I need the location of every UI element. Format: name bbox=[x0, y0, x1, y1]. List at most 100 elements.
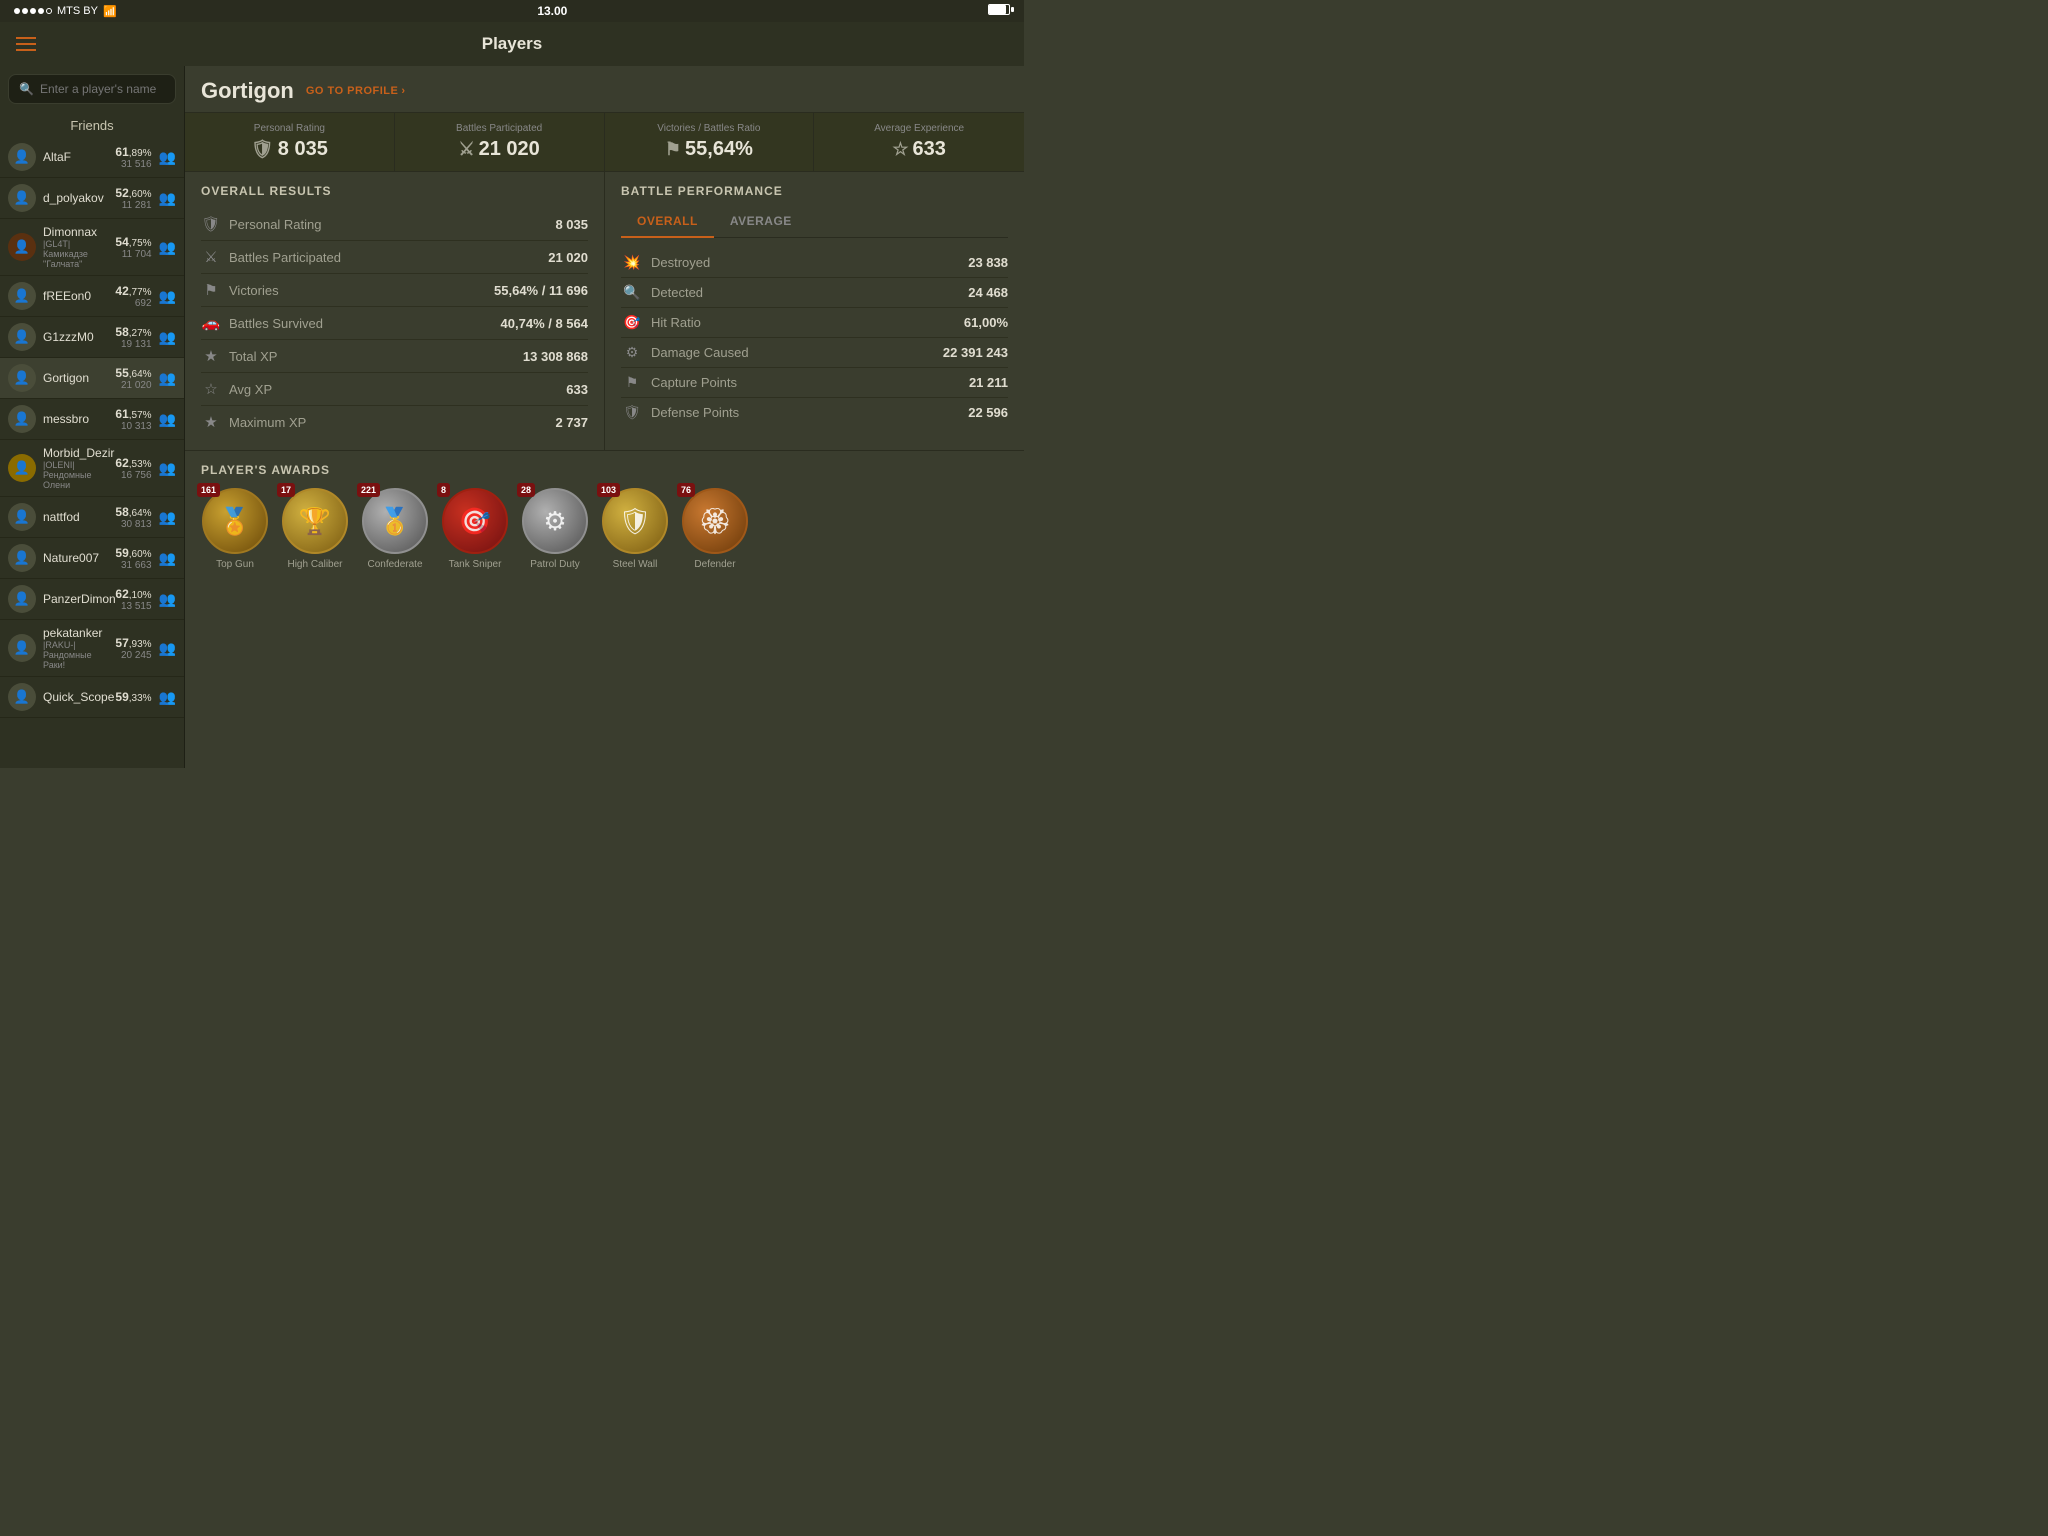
award-name: Defender bbox=[694, 559, 735, 570]
friend-pct: 59,60% bbox=[115, 546, 151, 560]
tab-average[interactable]: AVERAGE bbox=[714, 208, 808, 237]
friend-add-icon[interactable]: 👥 bbox=[159, 640, 176, 657]
friend-item[interactable]: 👤 AltaF 61,89% 31 516 👥 bbox=[0, 137, 184, 178]
friend-item[interactable]: 👤 Gortigon 55,64% 21 020 👥 bbox=[0, 358, 184, 399]
overall-panel: OVERALL RESULTS 🛡 Personal Rating 8 035 … bbox=[185, 172, 605, 450]
award-item[interactable]: 221 🥇 Confederate bbox=[361, 487, 429, 570]
perf-row-label: Detected bbox=[651, 285, 960, 300]
friend-info: G1zzzM0 bbox=[43, 330, 108, 344]
friend-avatar: 👤 bbox=[8, 233, 36, 261]
friend-pct: 42,77% bbox=[115, 284, 151, 298]
award-item[interactable]: 103 🛡 Steel Wall bbox=[601, 487, 669, 570]
friend-battles: 11 704 bbox=[115, 249, 151, 260]
friend-item[interactable]: 👤 fREEon0 42,77% 692 👥 bbox=[0, 276, 184, 317]
friend-add-icon[interactable]: 👥 bbox=[159, 689, 176, 706]
person-icon: 👤 bbox=[14, 591, 30, 607]
person-icon: 👤 bbox=[14, 239, 30, 255]
medal-outer: ⚙ bbox=[522, 488, 588, 554]
friend-item[interactable]: 👤 d_polyakov 52,60% 11 281 👥 bbox=[0, 178, 184, 219]
medal-outer: 🛡 bbox=[602, 488, 668, 554]
friend-pct: 58,64% bbox=[115, 505, 151, 519]
dot2 bbox=[22, 8, 28, 14]
battery-indicator bbox=[988, 4, 1010, 18]
friend-item[interactable]: 👤 G1zzzM0 58,27% 19 131 👥 bbox=[0, 317, 184, 358]
overall-row-icon: ★ bbox=[201, 413, 221, 431]
overall-row-icon: 🛡 bbox=[201, 215, 221, 233]
friend-stats: 61,57% 10 313 bbox=[115, 407, 151, 432]
tab-overall[interactable]: OVERALL bbox=[621, 208, 714, 238]
player-name: Gortigon bbox=[201, 78, 294, 104]
perf-row: 🎯 Hit Ratio 61,00% bbox=[621, 308, 1008, 338]
friend-add-icon[interactable]: 👥 bbox=[159, 591, 176, 608]
medal-icon: 🛡 bbox=[618, 506, 651, 537]
friend-stats: 57,93% 20 245 bbox=[115, 636, 151, 661]
friend-battles: 16 756 bbox=[115, 470, 151, 481]
award-name: Top Gun bbox=[216, 559, 254, 570]
friend-item[interactable]: 👤 Morbid_Dezir |OLENI| Рендомные Олени 6… bbox=[0, 440, 184, 497]
friend-item[interactable]: 👤 pekatanker |RAKU-| Рандомные Раки! 57,… bbox=[0, 620, 184, 677]
medal-outer: 🏵 bbox=[682, 488, 748, 554]
friend-pct-small: ,77% bbox=[129, 287, 152, 298]
stats-row: Personal Rating 🛡 8 035 Battles Particip… bbox=[185, 113, 1024, 172]
bottom-panels: OVERALL RESULTS 🛡 Personal Rating 8 035 … bbox=[185, 172, 1024, 450]
friend-pct: 62,53% bbox=[115, 456, 151, 470]
friend-clan: |RAKU-| Рандомные Раки! bbox=[43, 640, 108, 670]
overall-stat-row: ☆ Avg XP 633 bbox=[201, 373, 588, 406]
friend-item[interactable]: 👤 Dimonnax |GL4T| Камикадзе "Галчата" 54… bbox=[0, 219, 184, 276]
friend-add-icon[interactable]: 👥 bbox=[159, 370, 176, 387]
friend-add-icon[interactable]: 👥 bbox=[159, 149, 176, 166]
personal-rating-label: Personal Rating bbox=[197, 123, 382, 134]
friend-item[interactable]: 👤 Nature007 59,60% 31 663 👥 bbox=[0, 538, 184, 579]
overall-row-label: Battles Survived bbox=[229, 316, 493, 331]
friend-pct: 57,93% bbox=[115, 636, 151, 650]
person-icon: 👤 bbox=[14, 411, 30, 427]
friend-add-icon[interactable]: 👥 bbox=[159, 190, 176, 207]
award-item[interactable]: 17 🏆 High Caliber bbox=[281, 487, 349, 570]
perf-row: 💥 Destroyed 23 838 bbox=[621, 248, 1008, 278]
friend-info: Gortigon bbox=[43, 371, 108, 385]
award-item[interactable]: 28 ⚙ Patrol Duty bbox=[521, 487, 589, 570]
perf-row-label: Hit Ratio bbox=[651, 315, 956, 330]
battles-icon: ⚔ bbox=[458, 139, 474, 160]
friend-item[interactable]: 👤 messbro 61,57% 10 313 👥 bbox=[0, 399, 184, 440]
friend-add-icon[interactable]: 👥 bbox=[159, 411, 176, 428]
friend-battles: 30 813 bbox=[115, 519, 151, 530]
person-icon: 👤 bbox=[14, 550, 30, 566]
friend-item[interactable]: 👤 PanzerDimon 62,10% 13 515 👥 bbox=[0, 579, 184, 620]
award-item[interactable]: 8 🎯 Tank Sniper bbox=[441, 487, 509, 570]
friend-item[interactable]: 👤 nattfod 58,64% 30 813 👥 bbox=[0, 497, 184, 538]
friend-add-icon[interactable]: 👥 bbox=[159, 550, 176, 567]
friend-info: Quick_Scope bbox=[43, 690, 108, 704]
friend-name: fREEon0 bbox=[43, 289, 108, 303]
friend-add-icon[interactable]: 👥 bbox=[159, 239, 176, 256]
perf-row-value: 22 596 bbox=[968, 405, 1008, 420]
menu-button[interactable] bbox=[16, 37, 36, 51]
friend-pct: 62,10% bbox=[115, 587, 151, 601]
award-count: 28 bbox=[517, 483, 535, 497]
search-box[interactable]: 🔍 bbox=[8, 74, 176, 104]
perf-row-label: Defense Points bbox=[651, 405, 960, 420]
perf-row-value: 21 211 bbox=[969, 375, 1008, 390]
flag-icon: ⚑ bbox=[665, 139, 681, 160]
friend-stats: 42,77% 692 bbox=[115, 284, 151, 309]
friend-add-icon[interactable]: 👥 bbox=[159, 329, 176, 346]
perf-row: ⚑ Capture Points 21 211 bbox=[621, 368, 1008, 398]
dot1 bbox=[14, 8, 20, 14]
friend-battles: 21 020 bbox=[115, 380, 151, 391]
go-to-profile-button[interactable]: GO TO PROFILE › bbox=[306, 85, 406, 97]
friend-item[interactable]: 👤 Quick_Scope 59,33% 👥 bbox=[0, 677, 184, 718]
award-item[interactable]: 161 🏅 Top Gun bbox=[201, 487, 269, 570]
friend-pct: 59,33% bbox=[115, 690, 151, 704]
overall-row-value: 21 020 bbox=[548, 250, 588, 265]
friend-add-icon[interactable]: 👥 bbox=[159, 460, 176, 477]
friend-pct-small: ,75% bbox=[129, 238, 152, 249]
friend-add-icon[interactable]: 👥 bbox=[159, 509, 176, 526]
award-item[interactable]: 76 🏵 Defender bbox=[681, 487, 749, 570]
search-input[interactable] bbox=[40, 82, 165, 96]
perf-row-icon: 🎯 bbox=[621, 314, 643, 331]
dot4 bbox=[38, 8, 44, 14]
friend-add-icon[interactable]: 👥 bbox=[159, 288, 176, 305]
personal-rating-number: 8 035 bbox=[278, 138, 328, 161]
avg-exp-number: 633 bbox=[913, 138, 946, 161]
overall-row-label: Avg XP bbox=[229, 382, 558, 397]
